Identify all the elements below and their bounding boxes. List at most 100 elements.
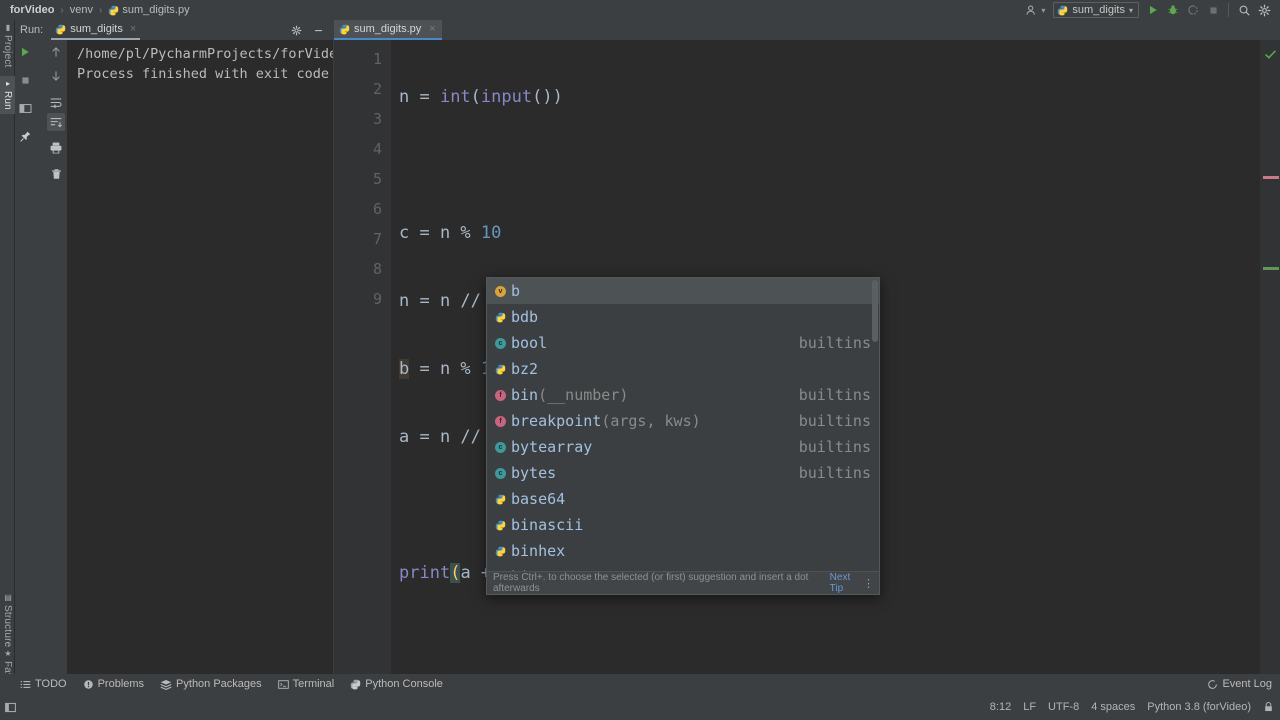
- settings-gear-icon[interactable]: [1254, 1, 1274, 19]
- python-file-icon: [1057, 5, 1068, 16]
- change-marker[interactable]: [1263, 267, 1279, 270]
- bottom-item-todo[interactable]: TODO: [20, 678, 67, 690]
- completion-name: b: [511, 282, 520, 300]
- search-everywhere-icon[interactable]: [1234, 1, 1254, 19]
- line-number: 2: [334, 74, 391, 104]
- matched-paren-open: (: [450, 563, 460, 583]
- warning-marker[interactable]: [1263, 176, 1279, 179]
- layout-icon[interactable]: [16, 99, 34, 117]
- list-item[interactable]: f breakpoint (args, kws) builtins: [487, 408, 879, 434]
- list-item[interactable]: c bool builtins: [487, 330, 879, 356]
- pin-icon[interactable]: [16, 127, 34, 145]
- python-module-icon: [493, 518, 508, 533]
- function-icon: f: [493, 388, 508, 403]
- todo-list-icon: [20, 679, 31, 690]
- lock-icon[interactable]: [1263, 701, 1274, 713]
- soft-wrap-icon[interactable]: [47, 93, 65, 111]
- list-item[interactable]: binhex: [487, 538, 879, 564]
- list-item[interactable]: bisect: [487, 564, 879, 571]
- run-configuration-selector[interactable]: sum_digits ▾: [1053, 2, 1139, 18]
- list-item[interactable]: binascii: [487, 512, 879, 538]
- run-icon[interactable]: [1143, 1, 1163, 19]
- inspection-ok-checkmark[interactable]: [1264, 46, 1277, 65]
- line-number: 5: [334, 164, 391, 194]
- stop-icon[interactable]: [1203, 1, 1223, 19]
- stop-square-icon[interactable]: [16, 71, 34, 89]
- completion-name: bytearray: [511, 438, 592, 456]
- autocomplete-scrollbar[interactable]: [872, 280, 878, 342]
- autocomplete-list[interactable]: v b bdb c bool buil: [487, 278, 879, 571]
- run-actions-primary: [15, 40, 35, 694]
- printer-icon[interactable]: [47, 139, 65, 157]
- structure-icon: ▤: [4, 593, 12, 602]
- bottom-item-python-packages[interactable]: Python Packages: [160, 678, 262, 690]
- line-separator[interactable]: LF: [1023, 701, 1036, 713]
- list-item[interactable]: base64: [487, 486, 879, 512]
- bottom-item-python-console[interactable]: Python Console: [350, 678, 443, 690]
- list-item[interactable]: v b: [487, 278, 879, 304]
- breadcrumb-project[interactable]: forVideo: [8, 4, 56, 16]
- function-icon: f: [493, 414, 508, 429]
- file-encoding[interactable]: UTF-8: [1048, 701, 1079, 713]
- avatar-chevron-down-icon[interactable]: ▾: [1041, 6, 1045, 15]
- bottom-item-problems[interactable]: Problems: [83, 678, 144, 690]
- run-configuration-label: sum_digits: [1072, 4, 1125, 16]
- autocomplete-hint-bar: Press Ctrl+. to choose the selected (or …: [487, 571, 879, 594]
- close-icon[interactable]: ×: [429, 23, 435, 35]
- line-number: 9: [334, 284, 391, 314]
- breadcrumb-venv[interactable]: venv: [68, 4, 95, 16]
- list-item[interactable]: bdb: [487, 304, 879, 330]
- breadcrumb-file[interactable]: sum_digits.py: [120, 4, 191, 16]
- run-tool-window-title: Run:: [20, 24, 43, 36]
- completion-name: base64: [511, 490, 565, 508]
- completion-source: builtins: [799, 386, 871, 404]
- toggle-toolwindows-icon[interactable]: [4, 701, 17, 714]
- editor-tab-sum-digits-py[interactable]: sum_digits.py ×: [334, 20, 442, 40]
- debug-icon[interactable]: [1163, 1, 1183, 19]
- user-avatar-icon[interactable]: [1021, 1, 1041, 19]
- completion-signature: (args, kws): [601, 412, 700, 430]
- arrow-up-icon[interactable]: [47, 43, 65, 61]
- builtin-int: int: [440, 87, 471, 107]
- sidebar-item-project[interactable]: ▮ Project: [0, 20, 15, 76]
- run-icon[interactable]: [16, 43, 34, 61]
- sidebar-item-run[interactable]: ▸ Run: [0, 76, 15, 114]
- bottom-item-label: Terminal: [293, 678, 335, 690]
- list-item[interactable]: c bytes builtins: [487, 460, 879, 486]
- close-icon[interactable]: ×: [130, 23, 136, 35]
- kebab-menu-icon[interactable]: ⋮: [863, 577, 873, 590]
- coverage-icon[interactable]: [1183, 1, 1203, 19]
- inspection-gutter[interactable]: [1260, 40, 1280, 694]
- caret-position[interactable]: 8:12: [990, 701, 1011, 713]
- breadcrumb-separator-icon: ›: [56, 5, 67, 16]
- chevron-down-icon: ▾: [1129, 6, 1133, 15]
- minimize-icon[interactable]: [308, 21, 328, 39]
- list-item[interactable]: f bin (__number) builtins: [487, 382, 879, 408]
- run-console-output[interactable]: /home/pl/PycharmProjects/forVideo/ Proce…: [67, 40, 333, 694]
- arrow-down-icon[interactable]: [47, 67, 65, 85]
- gear-icon[interactable]: [286, 21, 306, 39]
- run-tool-window-body: /home/pl/PycharmProjects/forVideo/ Proce…: [15, 40, 333, 694]
- run-actions-secondary: [45, 40, 67, 694]
- completion-source: builtins: [799, 334, 871, 352]
- variable-icon: v: [493, 284, 508, 299]
- run-tab-sum-digits[interactable]: sum_digits ×: [51, 20, 140, 40]
- indent-setting[interactable]: 4 spaces: [1091, 701, 1135, 713]
- autocomplete-popup[interactable]: v b bdb c bool buil: [486, 277, 880, 595]
- python-interpreter[interactable]: Python 3.8 (forVideo): [1147, 701, 1251, 713]
- run-header-actions: [286, 21, 333, 39]
- trash-icon[interactable]: [47, 165, 65, 183]
- next-tip-link[interactable]: Next Tip: [830, 572, 863, 594]
- list-item[interactable]: bz2: [487, 356, 879, 382]
- bottom-item-terminal[interactable]: Terminal: [278, 678, 335, 690]
- scroll-to-end-icon[interactable]: [47, 113, 65, 131]
- list-item[interactable]: c bytearray builtins: [487, 434, 879, 460]
- completion-name: bdb: [511, 308, 538, 326]
- python-module-icon: [493, 362, 508, 377]
- event-log-button[interactable]: Event Log: [1207, 674, 1272, 694]
- line-number-gutter: 1 2 3 4 5 6 7 8 9: [334, 40, 391, 694]
- sidebar-item-label: Run: [2, 91, 13, 110]
- line-number: 7: [334, 224, 391, 254]
- python-module-icon: [493, 492, 508, 507]
- code-text: c = n %: [399, 223, 481, 243]
